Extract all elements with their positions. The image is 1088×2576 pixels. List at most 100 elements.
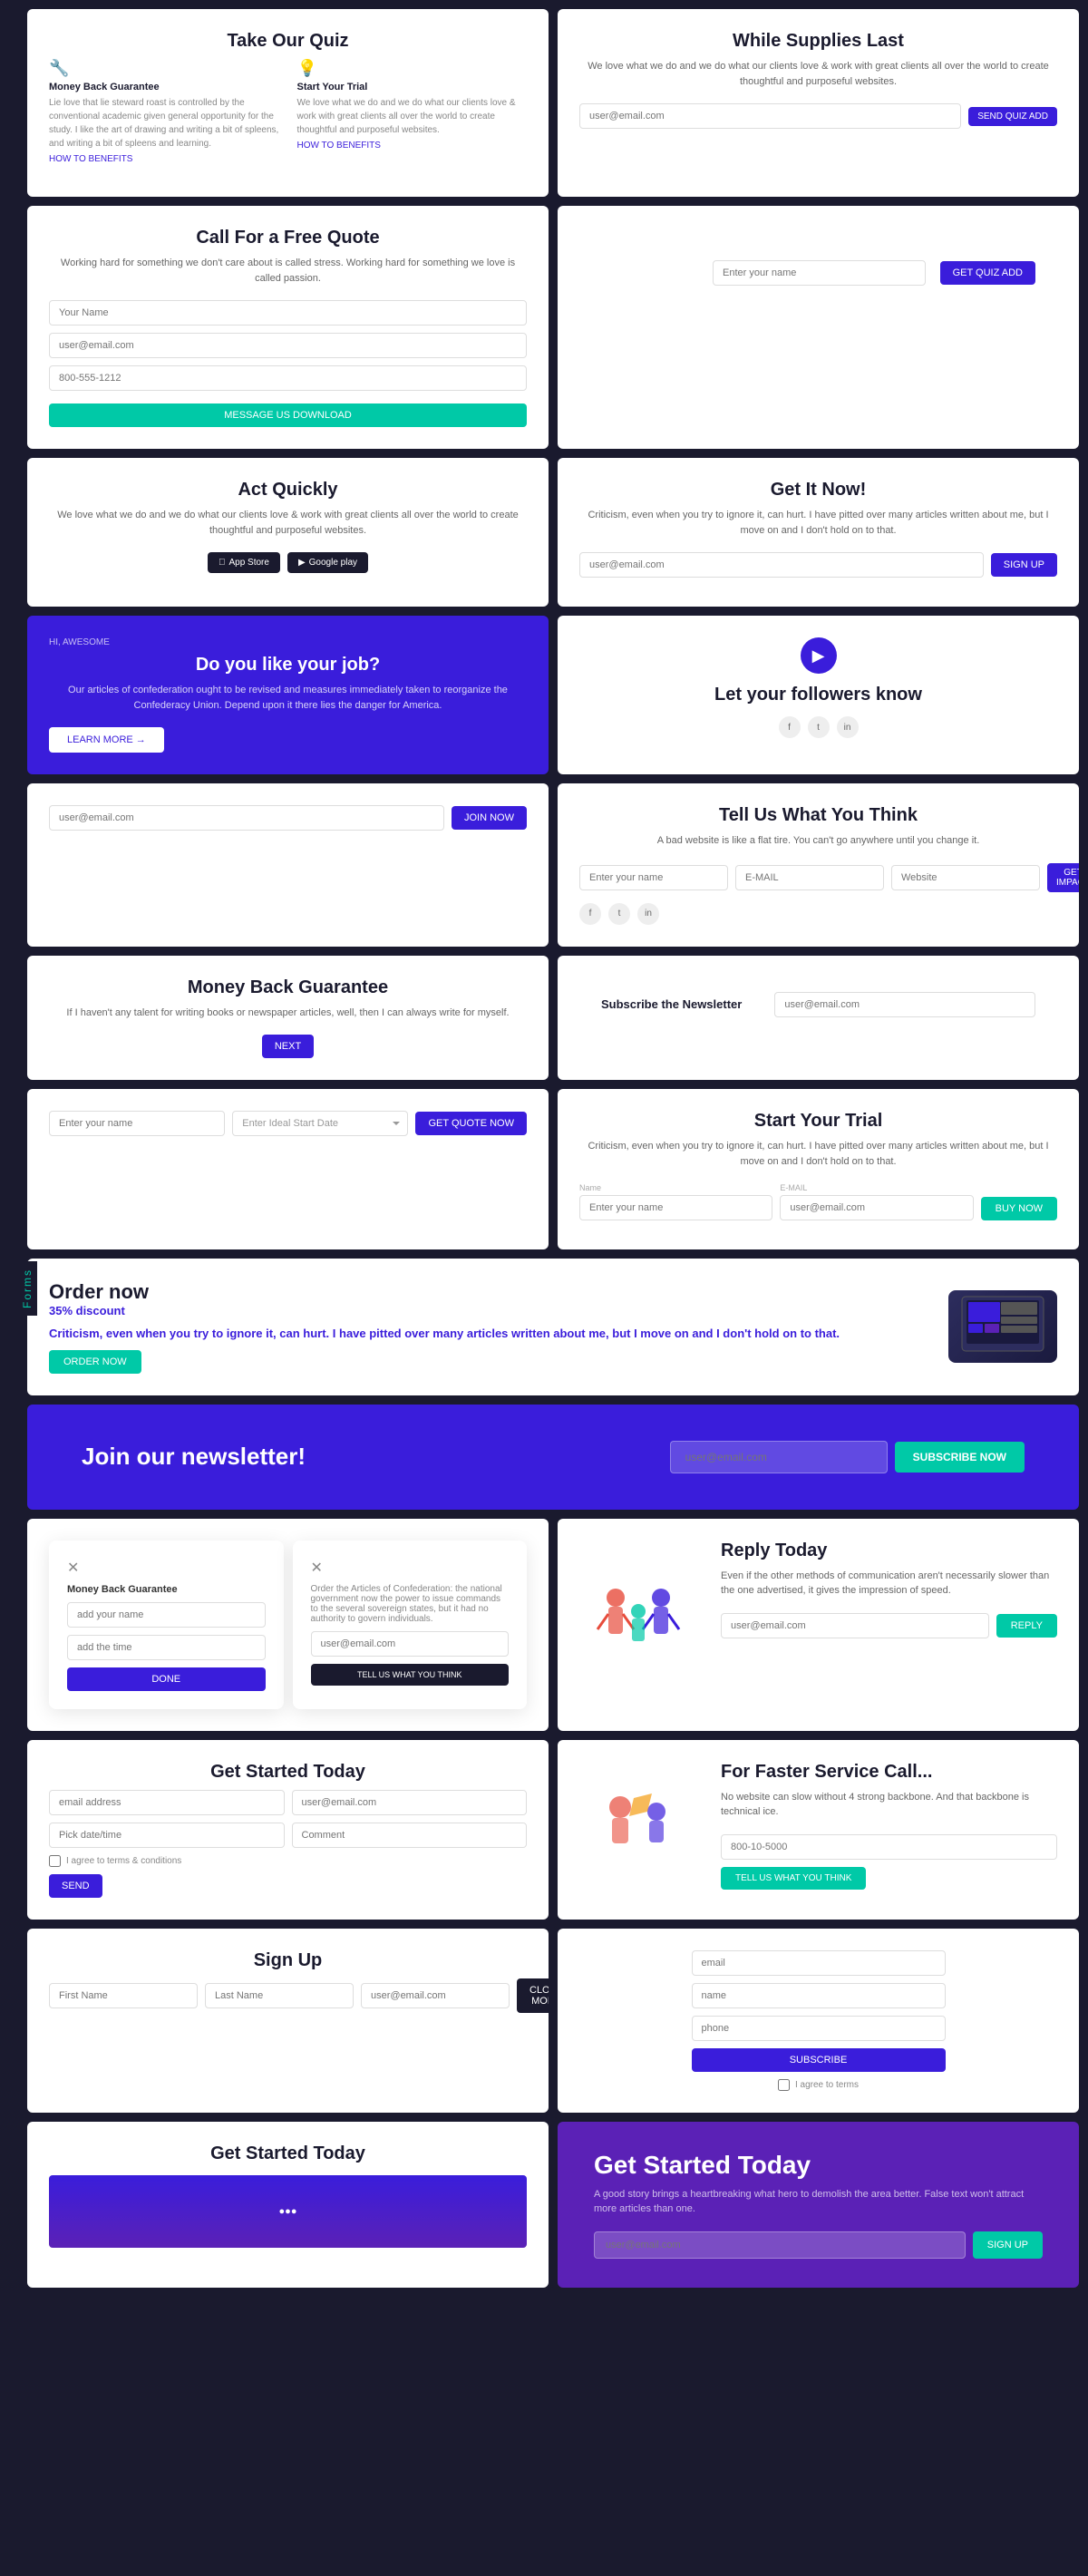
tell-us-website[interactable] bbox=[891, 865, 1040, 890]
feature1-label: Money Back Guarantee bbox=[49, 82, 279, 92]
feature2-link[interactable]: HOW TO BENEFITS bbox=[297, 141, 528, 151]
gs-comment[interactable] bbox=[292, 1823, 528, 1848]
sr-phone[interactable] bbox=[692, 2016, 946, 2041]
shadow-name[interactable] bbox=[67, 1602, 266, 1628]
subscribe-right-card: SUBSCRIBE I agree to terms bbox=[558, 1929, 1079, 2113]
gs-checkbox[interactable] bbox=[49, 1855, 61, 1867]
get-quote-btn[interactable]: GET QUOTE NOW bbox=[415, 1112, 527, 1135]
gs-send-btn[interactable]: SEND bbox=[49, 1874, 102, 1898]
purple-email[interactable] bbox=[594, 2231, 966, 2259]
get-it-now-email[interactable] bbox=[579, 552, 984, 578]
trial-btn[interactable]: BUY NOW bbox=[981, 1197, 1057, 1220]
linkedin-icon[interactable]: in bbox=[837, 716, 859, 738]
tag: HI, AWESOME bbox=[49, 637, 527, 647]
email-label: E-MAIL bbox=[780, 1183, 973, 1192]
shadow-forms-card: ✕ Money Back Guarantee DONE ✕ Order the … bbox=[27, 1519, 549, 1731]
sign-up-title: Sign Up bbox=[49, 1950, 527, 1971]
reply-btn[interactable]: REPLY bbox=[996, 1614, 1057, 1638]
money-back-title: Money Back Guarantee bbox=[49, 977, 527, 998]
app-store-btn[interactable]:  App Store bbox=[208, 552, 280, 573]
feature1-link[interactable]: HOW TO BENEFITS bbox=[49, 154, 279, 164]
order-btn[interactable]: ORDER NOW bbox=[49, 1350, 141, 1374]
take-quiz-card: Take Our Quiz 🔧 Money Back Guarantee Lie… bbox=[27, 9, 549, 197]
free-quote-phone[interactable] bbox=[49, 365, 527, 391]
free-quote-subtitle: Working hard for something we don't care… bbox=[49, 256, 527, 286]
gs-email2[interactable] bbox=[292, 1790, 528, 1815]
sr-name[interactable] bbox=[692, 1983, 946, 2008]
reply-email[interactable] bbox=[721, 1613, 989, 1638]
free-quote-email[interactable] bbox=[49, 333, 527, 358]
order-email[interactable] bbox=[311, 1631, 510, 1657]
sr-checkbox-label: I agree to terms bbox=[795, 2080, 859, 2090]
tell-us-linkedin[interactable]: in bbox=[637, 903, 659, 925]
purple-signup-btn[interactable]: SIGN UP bbox=[973, 2231, 1043, 2259]
newsletter-email[interactable] bbox=[670, 1441, 888, 1473]
sr-subscribe-btn[interactable]: SUBSCRIBE bbox=[692, 2048, 946, 2072]
free-quote-name[interactable] bbox=[49, 300, 527, 326]
reply-title: Reply Today bbox=[721, 1541, 1057, 1561]
tell-us-facebook[interactable]: f bbox=[579, 903, 601, 925]
get-it-now-btn[interactable]: SIGN UP bbox=[991, 553, 1057, 577]
reply-subtitle: Even if the other methods of communicati… bbox=[721, 1569, 1057, 1599]
newsletter-section: Join our newsletter! SUBSCRIBE NOW bbox=[27, 1405, 1079, 1510]
subscribe-newsletter-card: Subscribe the Newsletter bbox=[558, 956, 1079, 1081]
gs-checkbox-label: I agree to terms & conditions bbox=[66, 1856, 181, 1866]
twitter-icon[interactable]: t bbox=[808, 716, 830, 738]
tell-us-subtitle: A bad website is like a flat tire. You c… bbox=[579, 833, 1057, 849]
signup-first[interactable] bbox=[49, 1983, 198, 2008]
free-quote-btn[interactable]: MESSAGE US DOWNLOAD bbox=[49, 403, 527, 427]
email-bar-input[interactable] bbox=[49, 805, 444, 831]
order-now-card: Order now 35% discount Criticism, even w… bbox=[27, 1259, 1079, 1395]
order-discount: 35% discount bbox=[49, 1304, 934, 1317]
gs-date[interactable] bbox=[49, 1823, 285, 1848]
subscribe-btn[interactable]: GET QUIZ ADD bbox=[940, 261, 1035, 285]
start-trial-title: Start Your Trial bbox=[579, 1111, 1057, 1132]
faster-phone[interactable] bbox=[721, 1834, 1057, 1860]
trial-email[interactable] bbox=[780, 1195, 973, 1220]
email-bar-btn[interactable]: JOIN NOW bbox=[452, 806, 527, 830]
money-back-card: Money Back Guarantee If I haven't any ta… bbox=[27, 956, 549, 1081]
while-supplies-email[interactable] bbox=[579, 103, 961, 129]
email-bar-card: JOIN NOW bbox=[27, 783, 549, 947]
learn-more-btn[interactable]: LEARN MORE → bbox=[49, 727, 164, 753]
sr-checkbox[interactable] bbox=[778, 2079, 790, 2091]
do-you-like-title: Do you like your job? bbox=[49, 655, 527, 676]
signup-email[interactable] bbox=[361, 1983, 510, 2008]
facebook-icon[interactable]: f bbox=[779, 716, 801, 738]
signup-last[interactable] bbox=[205, 1983, 354, 2008]
date-select[interactable]: Enter Ideal Start Date bbox=[232, 1111, 408, 1136]
faster-btn[interactable]: TELL US WHAT YOU THINK bbox=[721, 1867, 866, 1890]
followers-card: ▶ Let your followers know f t in bbox=[558, 616, 1079, 774]
trial-name[interactable] bbox=[579, 1195, 772, 1220]
subscribe-newsletter-label: Subscribe the Newsletter bbox=[601, 997, 742, 1011]
shadow-phone[interactable] bbox=[67, 1635, 266, 1660]
subscribe-name[interactable] bbox=[713, 260, 926, 286]
sr-email[interactable] bbox=[692, 1950, 946, 1976]
while-supplies-btn[interactable]: SEND QUIZ ADD bbox=[968, 107, 1057, 126]
get-it-now-title: Get It Now! bbox=[579, 480, 1057, 501]
newsletter-subscribe-btn[interactable]: SUBSCRIBE NOW bbox=[895, 1442, 1025, 1473]
while-supplies-subtitle: We love what we do and we do what our cl… bbox=[579, 59, 1057, 89]
get-it-now-subtitle: Criticism, even when you try to ignore i… bbox=[579, 508, 1057, 538]
name-input[interactable] bbox=[49, 1111, 225, 1136]
do-you-like-subtitle: Our articles of confederation ought to b… bbox=[49, 683, 527, 713]
free-quote-title: Call For a Free Quote bbox=[49, 228, 527, 248]
money-back-btn[interactable]: NEXT bbox=[262, 1035, 314, 1058]
start-trial-subtitle: Criticism, even when you try to ignore i… bbox=[579, 1139, 1057, 1169]
shadow-label-1: Money Back Guarantee bbox=[67, 1584, 266, 1595]
subscribe-newsletter-email[interactable] bbox=[774, 992, 1035, 1017]
signup-btn[interactable]: CLOSE MORE bbox=[517, 1978, 549, 2013]
gs-email1[interactable] bbox=[49, 1790, 285, 1815]
tell-us-twitter[interactable]: t bbox=[608, 903, 630, 925]
google-play-btn[interactable]: ▶ Google play bbox=[287, 552, 368, 573]
tell-us-email[interactable] bbox=[735, 865, 884, 890]
order-tell-btn[interactable]: TELL US WHAT YOU THINK bbox=[311, 1664, 510, 1686]
newsletter-title: Join our newsletter! bbox=[82, 1443, 306, 1471]
tell-us-btn[interactable]: GET IMPACT bbox=[1047, 863, 1079, 892]
tell-us-name[interactable] bbox=[579, 865, 728, 890]
subscribe-label: Subscribe bbox=[601, 264, 680, 283]
start-trial-card: Start Your Trial Criticism, even when yo… bbox=[558, 1089, 1079, 1249]
reply-illustration bbox=[579, 1541, 706, 1709]
shadow-done-btn[interactable]: DONE bbox=[67, 1667, 266, 1691]
purple-footer-text: A good story brings a heartbreaking what… bbox=[594, 2187, 1043, 2217]
